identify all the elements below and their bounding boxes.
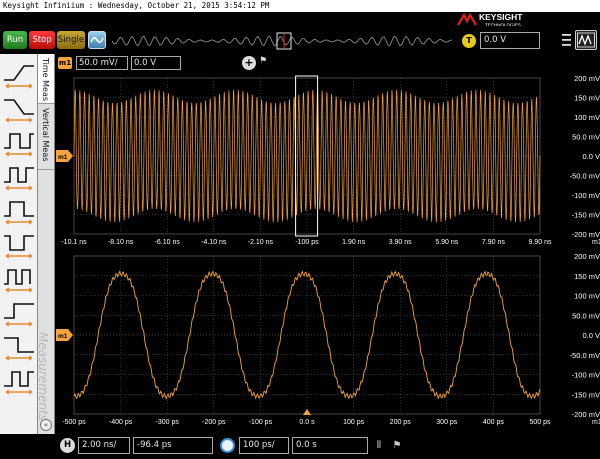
period-icon[interactable] [4,133,34,157]
lower-plot-x-tick: 300 ps [436,419,458,426]
tab-time-meas-label: Time Meas [41,58,50,102]
horizontal-badge[interactable]: H [60,438,75,453]
run-button[interactable]: Run [3,31,27,49]
lower-plot-y-tick: -50.0 mV [570,351,600,360]
upper-plot-x-tick: -100 ps [295,239,319,246]
single-button[interactable]: Single [57,31,85,49]
autoscale-button[interactable] [575,30,597,50]
tie-icon[interactable] [4,371,34,395]
lower-plot-x-tick: 200 ps [390,419,412,426]
lower-plot-y-tick: 200 mV [574,252,600,261]
upper-plot-y-tick: -150 mV [572,211,600,220]
trigger-badge[interactable]: T [462,34,476,48]
keysight-wave-icon [457,12,477,26]
lower-plot-x-tick: -200 ps [202,419,226,426]
upper-plot-x-tick: -6.10 ns [155,239,181,246]
lower-plot-x-tick: -400 ps [109,419,133,426]
horizontal-position-field[interactable]: -96.4 ps [133,437,213,454]
autoscale-icon [577,32,595,48]
rise-time-icon[interactable] [4,65,34,89]
hold-time-icon[interactable] [4,337,34,361]
channel-offset-field[interactable]: 0.0 V [131,56,181,70]
lower-plot-y-tick: 150 mV [574,272,600,281]
lower-plot-x-tick: 100 ps [343,419,365,426]
stop-button[interactable]: Stop [29,31,55,49]
tab-time-meas[interactable]: Time Meas [38,54,54,104]
setup-time-icon[interactable] [4,303,34,327]
lower-plot-x-unit-tag: m1 [592,419,600,426]
horizontal-bar: H 2.00 ns/ -96.4 ps 100 ps/ 0.0 s ⦀ ⚑ [56,434,600,459]
lower-plot-channel-marker[interactable]: m1 [56,329,73,341]
collapse-panel-button[interactable]: « [40,419,52,431]
upper-plot-x-tick: -2.10 ns [248,239,274,246]
menu-icon[interactable] [560,30,573,50]
channel-badge[interactable]: m1 [58,57,72,69]
lower-plot-y-tick: -150 mV [572,390,600,399]
negative-width-icon[interactable] [4,235,34,259]
positive-width-icon[interactable] [4,201,34,225]
lower-plot-x-tick: 500 ps [529,419,551,426]
upper-plot-x-tick: 9.90 ns [529,239,552,246]
channel-bar: m1 50.0 mV/ 0.0 V + ⚑ [56,54,600,72]
lower-plot-y-tick: -100 mV [572,371,600,380]
measurements-label: Measurements [36,332,50,421]
duty-cycle-icon[interactable] [4,269,33,293]
lower-plot-x-tick: 400 ps [483,419,505,426]
upper-plot-x-tick: -10.1 ns [61,239,87,246]
lower-plot-y-tick: -200 mV [572,410,600,419]
horizontal-flag-icon[interactable]: ⚑ [390,437,404,454]
waveform-display[interactable]: 200 mV 150 mV 100 mV 50.0 mV 0.0 V -50.0 mV -1… [56,72,600,434]
lower-plot-y-tick: 100 mV [574,292,600,301]
lower-plot-x-tick: -300 ps [156,419,180,426]
upper-plot-y-tick: 50.0 mV [572,133,600,142]
upper-plot-x-unit-tag: m1 [592,239,600,246]
brand-name: KEYSIGHT [479,12,523,22]
upper-trace [73,89,541,223]
lower-plot-x-tick: 0.0 s [299,419,315,426]
channel-scale-field[interactable]: 50.0 mV/ [76,56,128,70]
window-title: Keysight Infiniium : Wednesday, October … [0,0,600,12]
upper-plot-y-tick: -100 mV [572,191,600,200]
upper-plot-y-tick: 150 mV [574,94,600,103]
measurement-icons [4,65,34,395]
tab-vertical-meas-label: Vertical Meas [41,108,50,162]
upper-plot-y-tick: -200 mV [572,230,600,239]
lower-plot-x-tick: -100 ps [249,419,273,426]
zoom-badge[interactable] [220,438,235,453]
measurement-tabs: Time Meas Vertical Meas Measurements « [36,54,55,434]
channel-flag-icon[interactable]: ⚑ [257,56,269,70]
upper-plot-x-tick: 7.90 ns [482,239,505,246]
upper-plot-y-tick: 0.0 V [582,152,600,161]
frequency-icon[interactable] [4,167,34,191]
fall-time-icon[interactable] [4,99,34,123]
upper-plot-x-tick: -4.10 ns [201,239,227,246]
lower-plot-y-tick: 0.0 V [582,331,600,340]
zoom-position-field[interactable]: 0.0 s [292,437,368,454]
acquisition-toolbar: Run Stop Single T 0.0 V [0,26,600,56]
add-channel-button[interactable]: + [242,56,256,70]
default-setup-button[interactable] [88,31,106,49]
tab-vertical-meas[interactable]: Vertical Meas [38,104,54,170]
lower-plot-y-tick: 50.0 mV [572,311,600,320]
svg-text:m1: m1 [58,333,68,340]
upper-plot-x-tick: 3.90 ns [389,239,412,246]
upper-plot-channel-marker[interactable]: m1 [56,150,73,162]
upper-plot-y-tick: -50.0 mV [570,172,600,181]
horizontal-scale-field[interactable]: 2.00 ns/ [78,437,130,454]
acquisition-overview[interactable] [112,32,452,50]
lower-plot-x-tick: -500 ps [62,419,86,426]
upper-plot-y-tick: 200 mV [574,74,600,83]
upper-plot-y-tick: 100 mV [574,113,600,122]
svg-text:m1: m1 [58,154,68,161]
waveform-icon [90,37,104,43]
zoom-scale-field[interactable]: 100 ps/ [239,437,289,454]
upper-plot-x-tick: 5.90 ns [435,239,458,246]
trigger-level-field[interactable]: 0.0 V [480,32,540,49]
upper-plot-x-tick: -8.10 ns [108,239,134,246]
horizontal-ruler-icon[interactable]: ⦀ [372,437,386,454]
trigger-time-marker[interactable] [303,409,311,415]
upper-plot-x-tick: 1.90 ns [342,239,365,246]
measurement-icon-panel [0,54,38,434]
